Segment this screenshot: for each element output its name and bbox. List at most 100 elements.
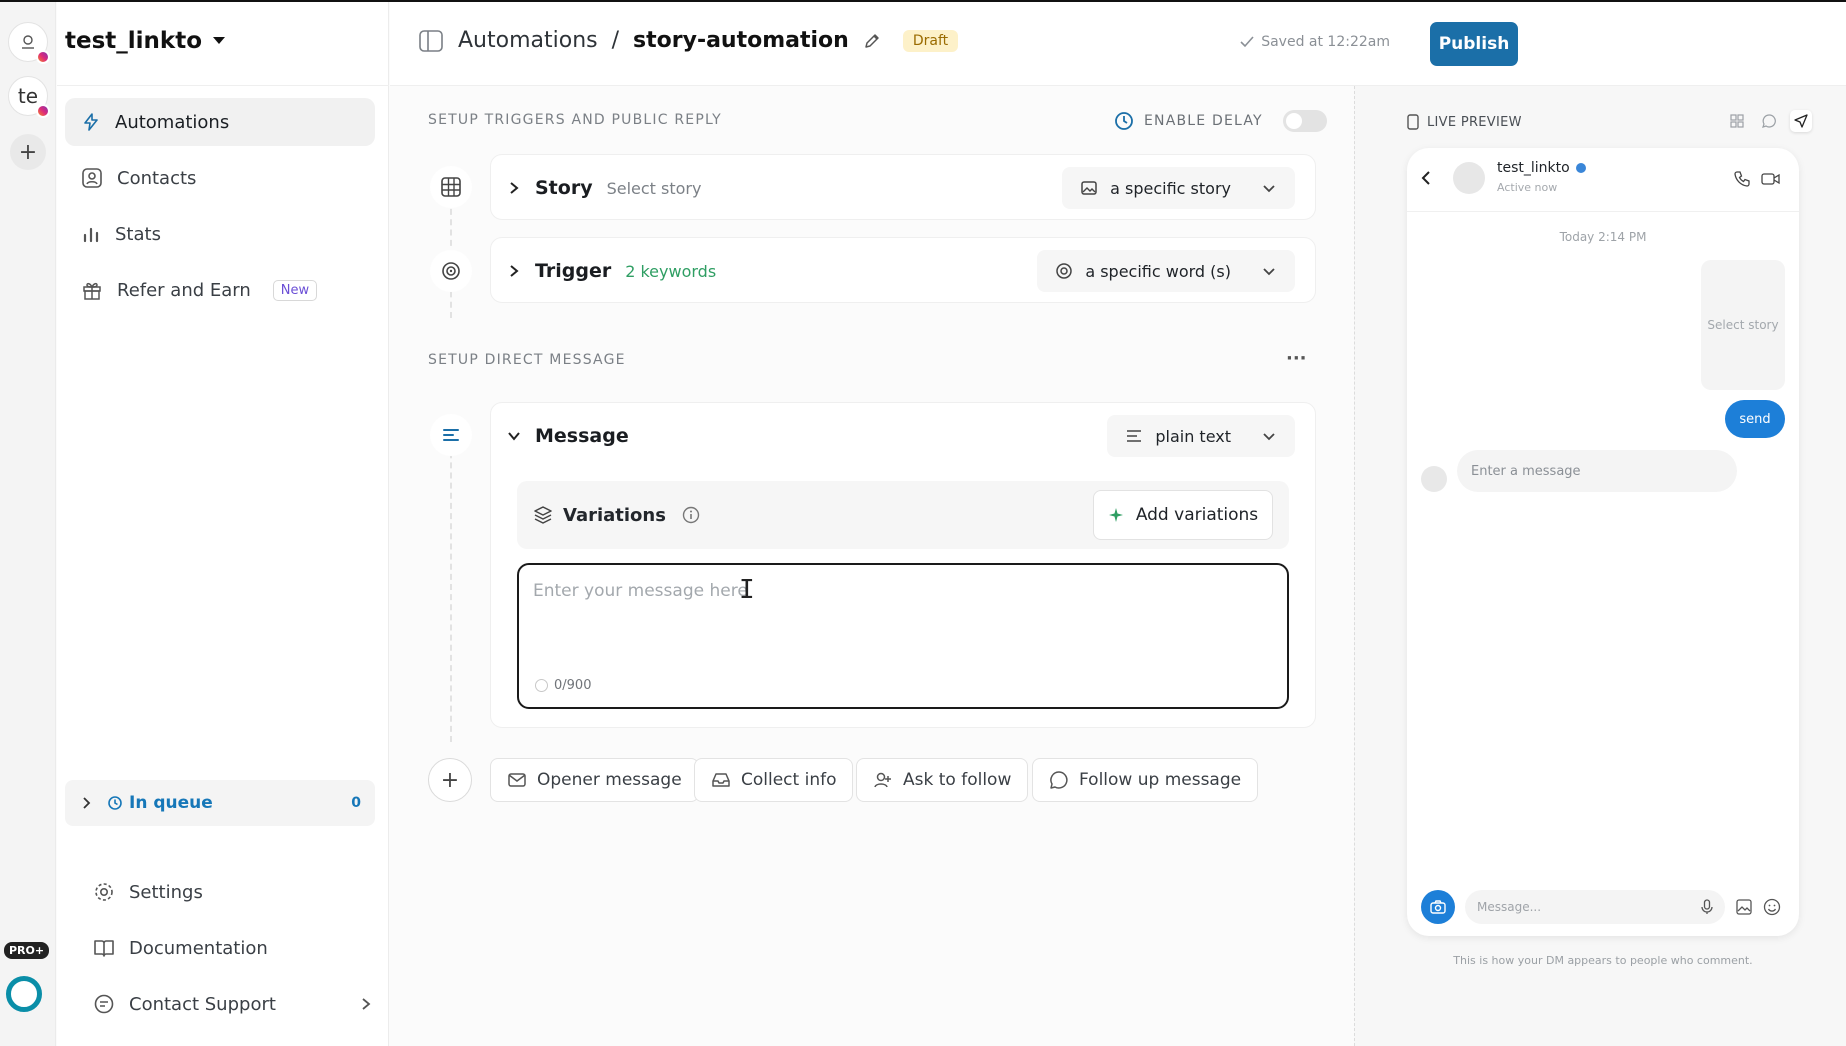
incoming-message: Enter a message [1457, 450, 1737, 492]
info-icon[interactable] [682, 506, 700, 524]
enable-delay-toggle[interactable] [1282, 110, 1327, 132]
sidebar-item-contact-support[interactable]: Contact Support [93, 984, 373, 1024]
emoji-icon[interactable] [1763, 898, 1781, 916]
message-format-select[interactable]: plain text [1107, 415, 1295, 457]
avatar [1421, 466, 1447, 492]
sidebar-toggle-icon[interactable] [418, 29, 444, 53]
check-icon [1240, 36, 1254, 48]
trigger-card[interactable]: Trigger 2 keywords a specific word (s) [490, 237, 1316, 303]
chevron-right-icon[interactable] [507, 181, 521, 195]
gallery-icon[interactable] [1735, 898, 1753, 916]
message-format-value: plain text [1155, 426, 1231, 446]
automation-name: story-automation [633, 28, 849, 53]
divider [57, 85, 389, 86]
more-options-icon[interactable]: ··· [1286, 348, 1307, 369]
video-call-icon[interactable] [1761, 172, 1781, 186]
chevron-down-icon[interactable] [507, 429, 521, 443]
comment-view-icon[interactable] [1758, 110, 1780, 132]
clock-icon [108, 796, 122, 810]
caret-down-icon [213, 37, 226, 44]
user-plus-icon [874, 772, 891, 788]
progress-ring-icon [535, 679, 548, 692]
sparkle-icon [1108, 508, 1123, 522]
back-arrow-icon[interactable] [1419, 170, 1433, 186]
breadcrumb: Automations / story-automation Draft [418, 28, 959, 53]
sidebar-item-label: Automations [115, 111, 230, 133]
target-icon [1056, 263, 1073, 279]
sidebar-item-refer[interactable]: Refer and Earn New [65, 266, 375, 314]
plus-icon: + [18, 139, 38, 165]
add-variations-button[interactable]: Add variations [1093, 490, 1273, 540]
text-cursor-icon: I [739, 575, 755, 605]
account-logo-icon [22, 35, 34, 49]
sidebar-item-label: Stats [115, 223, 161, 245]
top-bar: Automations / story-automation Draft Sav… [390, 2, 1846, 86]
sidebar-item-settings[interactable]: Settings [93, 872, 203, 912]
chevron-right-icon [362, 998, 371, 1010]
add-account-button[interactable]: + [10, 134, 46, 170]
preview-footnote: This is how your DM appears to people wh… [1453, 954, 1753, 967]
support-icon [94, 994, 114, 1014]
chat-message-input[interactable]: Message... [1465, 890, 1725, 924]
breadcrumb-root[interactable]: Automations [458, 28, 598, 53]
sidebar-item-contacts[interactable]: Contacts [65, 154, 375, 202]
verified-icon [1575, 163, 1586, 173]
dm-view-icon[interactable] [1790, 110, 1812, 132]
image-icon [1081, 181, 1097, 195]
live-preview-label: LIVE PREVIEW [1427, 114, 1522, 130]
instagram-icon [36, 104, 50, 118]
sidebar-item-label: Documentation [129, 937, 268, 959]
plus-icon: + [440, 767, 460, 793]
story-card[interactable]: Story Select story a specific story [490, 154, 1316, 220]
message-textarea[interactable]: Enter your message here I 0/900 [517, 563, 1289, 709]
publish-button[interactable]: Publish [1430, 22, 1518, 66]
account-avatar-2[interactable]: te [8, 76, 50, 118]
collect-info-button[interactable]: Collect info [694, 758, 854, 802]
message-card: Message plain text Variations Add variat… [490, 402, 1316, 728]
chat-timestamp: Today 2:14 PM [1559, 230, 1647, 244]
brand-logo-icon [6, 976, 42, 1012]
edit-pencil-icon[interactable] [863, 32, 881, 50]
gear-icon [95, 883, 113, 901]
phone-mockup: test_linkto Active now Today 2:14 PM Sel… [1407, 148, 1799, 936]
chat-header: test_linkto Active now [1407, 148, 1799, 212]
workspace-switcher[interactable]: test_linkto [65, 28, 226, 54]
layers-icon [534, 506, 552, 524]
envelope-icon [508, 773, 526, 787]
bolt-icon [84, 113, 98, 131]
chevron-down-icon [1263, 185, 1275, 193]
text-lines-icon [430, 414, 472, 456]
instagram-icon [36, 50, 50, 64]
trigger-type-value: a specific word (s) [1085, 261, 1231, 281]
new-badge: New [272, 279, 318, 301]
sidebar-item-label: Contacts [117, 167, 197, 189]
account-avatar-1[interactable] [8, 22, 50, 64]
variations-title: Variations [563, 504, 666, 526]
story-grid-icon [430, 166, 472, 208]
align-left-icon [1127, 430, 1142, 442]
chip-label: Ask to follow [903, 770, 1012, 790]
camera-icon[interactable] [1421, 890, 1455, 924]
queue-count: 0 [351, 795, 361, 811]
status-badge: Draft [902, 29, 959, 52]
sidebar-item-automations[interactable]: Automations [65, 98, 375, 146]
message-title: Message [535, 425, 629, 447]
phone-call-icon[interactable] [1733, 170, 1751, 188]
microphone-icon[interactable] [1701, 899, 1713, 915]
ask-to-follow-button[interactable]: Ask to follow [856, 758, 1029, 802]
add-step-button[interactable]: + [428, 758, 472, 802]
opener-message-button[interactable]: Opener message [490, 758, 699, 802]
book-icon [94, 940, 114, 957]
follow-up-message-button[interactable]: Follow up message [1032, 758, 1259, 802]
story-type-select[interactable]: a specific story [1062, 167, 1295, 209]
chat-composer: Message... [1421, 888, 1787, 926]
account-rail: te + PRO+ [0, 2, 56, 1046]
in-queue-toggle[interactable]: In queue 0 [65, 780, 375, 826]
sidebar-item-stats[interactable]: Stats [65, 210, 375, 258]
trigger-type-select[interactable]: a specific word (s) [1037, 250, 1295, 292]
chevron-right-icon[interactable] [507, 264, 521, 278]
story-reply-preview: Select story [1701, 260, 1785, 390]
sidebar-item-documentation[interactable]: Documentation [93, 928, 268, 968]
target-icon [430, 250, 472, 292]
grid-view-icon[interactable] [1726, 110, 1748, 132]
